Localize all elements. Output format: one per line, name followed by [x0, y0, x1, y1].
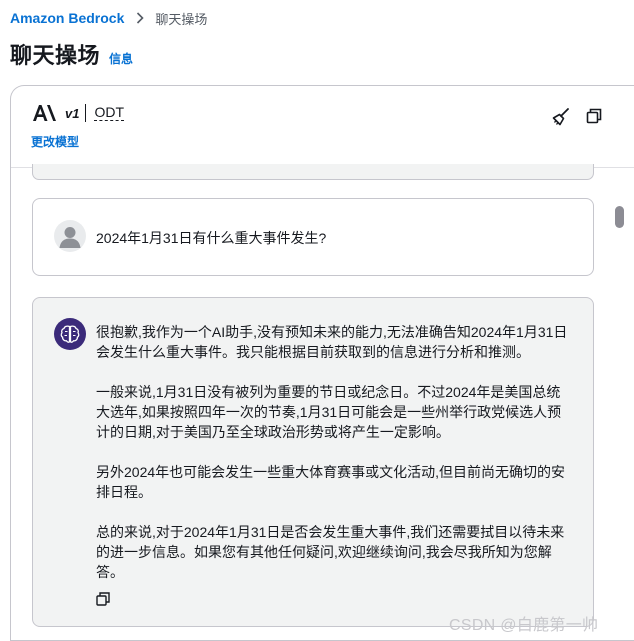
change-model-link[interactable]: 更改模型 — [31, 133, 79, 150]
user-message-text: 2024年1月31日有什么重大事件发生? — [96, 230, 327, 246]
model-name[interactable]: ODT — [94, 105, 125, 121]
person-icon — [59, 227, 81, 248]
scrollbar-track[interactable] — [614, 204, 626, 634]
anthropic-logo — [33, 105, 56, 121]
broom-icon[interactable] — [551, 107, 571, 127]
breadcrumb: Amazon Bedrock 聊天操场 — [10, 9, 207, 27]
scrollbar-thumb[interactable] — [615, 206, 624, 228]
user-avatar-icon — [54, 220, 86, 252]
divider — [85, 104, 87, 122]
chat-playground-panel: v1 ODT 更改模型 2024年1月31日有什么重大事件发生? 很抱歉,我作为… — [10, 85, 634, 641]
model-selector-bar: v1 ODT 更改模型 — [11, 86, 634, 168]
user-message-card: 2024年1月31日有什么重大事件发生? — [32, 198, 594, 276]
chat-history[interactable]: 2024年1月31日有什么重大事件发生? 很抱歉,我作为一个AI助手,没有预知未… — [11, 164, 634, 640]
page-title: 聊天操场 — [10, 43, 101, 68]
copy-icon[interactable] — [96, 592, 110, 606]
model-version-mark: v1 — [65, 105, 80, 121]
assistant-paragraph: 总的来说,对于2024年1月31日是否会发生重大事件,我们还需要拭目以待未来的进… — [96, 524, 565, 580]
chevron-right-icon — [137, 12, 144, 24]
assistant-paragraph: 一般来说,1月31日没有被列为重要的节日或纪念日。不过2024年是美国总统大选年… — [96, 384, 562, 440]
selected-model: v1 ODT — [31, 102, 125, 124]
watermark: CSDN @白鹿第一帅 — [449, 617, 599, 634]
breadcrumb-current: 聊天操场 — [155, 11, 208, 27]
brain-icon — [54, 318, 86, 350]
breadcrumb-link-bedrock[interactable]: Amazon Bedrock — [10, 10, 124, 26]
assistant-paragraph: 另外2024年也可能会发生一些重大体育赛事或文化活动,但目前尚无确切的安排日程。 — [96, 464, 566, 500]
brain-glyph — [60, 325, 80, 343]
assistant-message-text: 很抱歉,我作为一个AI助手,没有预知未来的能力,无法准确告知2024年1月31日… — [96, 322, 574, 582]
assistant-paragraph: 很抱歉,我作为一个AI助手,没有预知未来的能力,无法准确告知2024年1月31日… — [96, 324, 568, 360]
copy-icon[interactable] — [586, 108, 602, 124]
info-link[interactable]: 信息 — [109, 50, 133, 67]
assistant-message-card: 很抱歉,我作为一个AI助手,没有预知未来的能力,无法准确告知2024年1月31日… — [32, 297, 594, 627]
previous-message-card — [32, 164, 594, 180]
page-header: 聊天操场 信息 — [10, 38, 133, 70]
